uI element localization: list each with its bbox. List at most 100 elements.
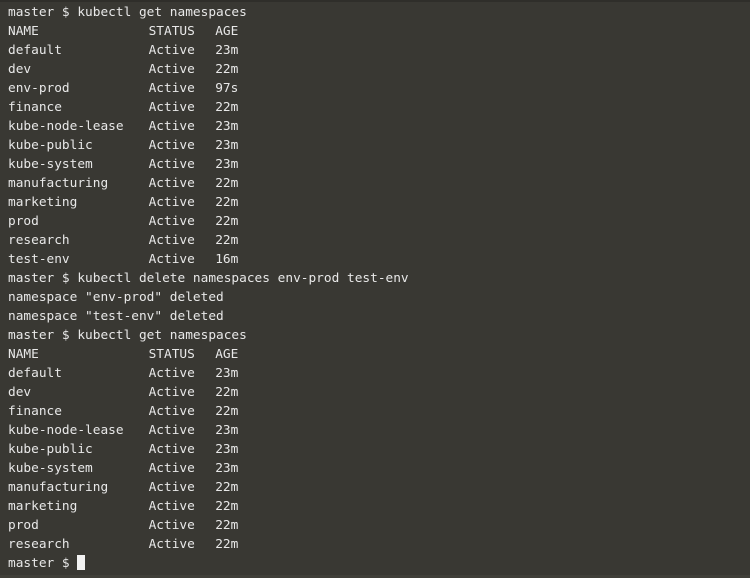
cell-namespace-age: 22m (215, 537, 239, 552)
column-header-name: NAME (8, 347, 39, 362)
command-text: kubectl delete namespaces env-prod test-… (77, 271, 409, 286)
table-row: marketing Active 22m (8, 193, 750, 212)
table-row: default Active 23m (8, 364, 750, 383)
command-line: master $ kubectl get namespaces (8, 326, 750, 345)
cell-namespace-name: kube-node-lease (8, 423, 124, 438)
cell-namespace-status: Active (148, 537, 195, 552)
cell-namespace-age: 22m (215, 404, 239, 419)
cell-namespace-age: 23m (215, 119, 239, 134)
cell-namespace-status: Active (148, 404, 195, 419)
cell-namespace-status: Active (148, 480, 195, 495)
table-row: dev Active 22m (8, 60, 750, 79)
cell-namespace-name: default (8, 366, 62, 381)
cell-namespace-age: 23m (215, 423, 239, 438)
cell-namespace-status: Active (148, 499, 195, 514)
shell-prompt: master $ (8, 328, 78, 343)
cell-namespace-name: prod (8, 518, 39, 533)
output-line: namespace "test-env" deleted (8, 307, 750, 326)
cell-namespace-age: 22m (215, 480, 239, 495)
cell-namespace-age: 22m (215, 385, 239, 400)
table-row: research Active 22m (8, 231, 750, 250)
output-line: namespace "env-prod" deleted (8, 288, 750, 307)
cell-namespace-age: 23m (215, 442, 239, 457)
table-row: finance Active 22m (8, 98, 750, 117)
table-row: manufacturing Active 22m (8, 478, 750, 497)
cell-namespace-age: 23m (215, 138, 239, 153)
shell-prompt: master $ (8, 271, 78, 286)
output-text: namespace "env-prod" deleted (8, 290, 224, 305)
table-row: kube-system Active 23m (8, 459, 750, 478)
active-prompt-line: master $ (8, 554, 750, 573)
command-text: kubectl get namespaces (77, 5, 247, 20)
cell-namespace-age: 23m (215, 461, 239, 476)
cell-namespace-status: Active (148, 233, 195, 248)
table-row: finance Active 22m (8, 402, 750, 421)
terminal-screen-output[interactable]: master $ kubectl get namespaces NAME STATU… (0, 2, 750, 575)
cell-namespace-status: Active (148, 442, 195, 457)
cell-namespace-name: default (8, 43, 62, 58)
cell-namespace-age: 23m (215, 366, 239, 381)
cell-namespace-name: finance (8, 404, 62, 419)
cell-namespace-status: Active (148, 385, 195, 400)
table-row: kube-public Active 23m (8, 440, 750, 459)
cell-namespace-name: test-env (8, 252, 70, 267)
cell-namespace-status: Active (148, 157, 195, 172)
command-text: kubectl get namespaces (77, 328, 247, 343)
cell-namespace-name: kube-public (8, 442, 93, 457)
cell-namespace-age: 23m (215, 43, 239, 58)
cell-namespace-status: Active (148, 366, 195, 381)
cell-namespace-name: kube-public (8, 138, 93, 153)
cell-namespace-name: manufacturing (8, 480, 109, 495)
text-cursor[interactable] (77, 555, 86, 570)
cell-namespace-status: Active (148, 214, 195, 229)
command-line: master $ kubectl delete namespaces env-p… (8, 269, 750, 288)
table-row: prod Active 22m (8, 212, 750, 231)
table-row: test-env Active 16m (8, 250, 750, 269)
cell-namespace-age: 22m (215, 176, 239, 191)
cell-namespace-name: manufacturing (8, 176, 109, 191)
cell-namespace-status: Active (148, 195, 195, 210)
cell-namespace-status: Active (148, 62, 195, 77)
cell-namespace-age: 22m (215, 233, 239, 248)
cell-namespace-status: Active (148, 81, 195, 96)
table-row: dev Active 22m (8, 383, 750, 402)
cell-namespace-age: 22m (215, 518, 239, 533)
cell-namespace-name: marketing (8, 499, 78, 514)
table-row: kube-system Active 23m (8, 155, 750, 174)
cell-namespace-name: marketing (8, 195, 78, 210)
table-row: kube-node-lease Active 23m (8, 117, 750, 136)
cell-namespace-age: 16m (215, 252, 239, 267)
output-text: namespace "test-env" deleted (8, 309, 224, 324)
cell-namespace-name: research (8, 233, 70, 248)
cell-namespace-status: Active (148, 119, 195, 134)
cell-namespace-status: Active (148, 252, 195, 267)
table-row: default Active 23m (8, 41, 750, 60)
shell-prompt: master $ (8, 5, 78, 20)
cell-namespace-name: finance (8, 100, 62, 115)
cell-namespace-status: Active (148, 100, 195, 115)
cell-namespace-age: 22m (215, 100, 239, 115)
table-row: marketing Active 22m (8, 497, 750, 516)
column-header-status: STATUS (148, 347, 195, 362)
cell-namespace-name: kube-system (8, 157, 93, 172)
cell-namespace-name: research (8, 537, 70, 552)
cell-namespace-name: dev (8, 62, 32, 77)
cell-namespace-status: Active (148, 176, 195, 191)
table-header-row: NAME STATUS AGE (8, 345, 750, 364)
cell-namespace-name: kube-node-lease (8, 119, 124, 134)
column-header-age: AGE (215, 347, 239, 362)
cell-namespace-status: Active (148, 43, 195, 58)
command-line: master $ kubectl get namespaces (8, 3, 750, 22)
table-header-row: NAME STATUS AGE (8, 22, 750, 41)
cell-namespace-age: 22m (215, 62, 239, 77)
cell-namespace-name: kube-system (8, 461, 93, 476)
shell-prompt: master $ (8, 556, 78, 571)
cell-namespace-name: dev (8, 385, 32, 400)
terminal-window[interactable]: master $ kubectl get namespaces NAME STATU… (0, 0, 750, 578)
table-row: kube-node-lease Active 23m (8, 421, 750, 440)
cell-namespace-status: Active (148, 138, 195, 153)
cell-namespace-status: Active (148, 423, 195, 438)
column-header-status: STATUS (148, 24, 195, 39)
table-row: kube-public Active 23m (8, 136, 750, 155)
table-row: manufacturing Active 22m (8, 174, 750, 193)
